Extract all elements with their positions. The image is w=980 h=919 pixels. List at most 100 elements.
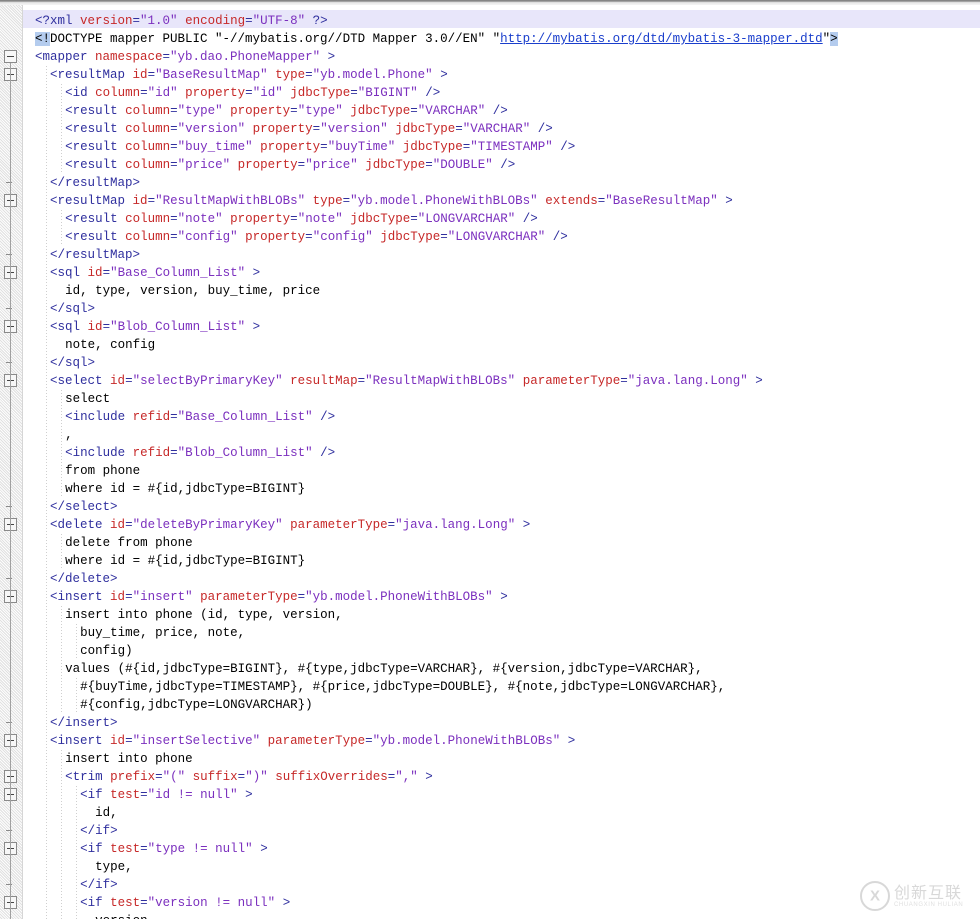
xml-attribute-name: parameterType: [290, 518, 388, 532]
code-line[interactable]: <result column="buy_time" property="buyT…: [65, 138, 575, 156]
code-text: from phone: [65, 464, 141, 478]
code-line[interactable]: config): [80, 642, 133, 660]
xml-attribute-name: id: [110, 374, 126, 388]
code-line[interactable]: insert into phone: [65, 750, 193, 768]
code-line[interactable]: <result column="type" property="type" jd…: [65, 102, 508, 120]
code-line[interactable]: #{config,jdbcType=LONGVARCHAR}): [80, 696, 313, 714]
code-line[interactable]: delete from phone: [65, 534, 193, 552]
code-line[interactable]: from phone: [65, 462, 140, 480]
code-line[interactable]: #{buyTime,jdbcType=TIMESTAMP}, #{price,j…: [80, 678, 725, 696]
xml-attribute-name: id: [132, 194, 148, 208]
xml-tag: =: [365, 734, 373, 748]
xml-attribute-name: jdbcType: [350, 212, 411, 226]
xml-tag: =: [620, 374, 628, 388]
code-folding-gutter[interactable]: [0, 5, 23, 919]
xml-attribute-name: column: [95, 86, 141, 100]
xml-attribute-value: "LONGVARCHAR": [447, 230, 546, 244]
xml-tag: =: [245, 14, 253, 28]
code-line[interactable]: select: [65, 390, 110, 408]
code-line[interactable]: </insert>: [50, 714, 118, 732]
code-line[interactable]: <select id="selectByPrimaryKey" resultMa…: [50, 372, 763, 390]
xml-attribute-value: "yb.model.PhoneWithBLOBs": [372, 734, 561, 748]
code-line[interactable]: <if test="id != null" >: [80, 786, 253, 804]
code-line[interactable]: <resultMap id="ResultMapWithBLOBs" type=…: [50, 192, 733, 210]
code-line[interactable]: where id = #{id,jdbcType=BIGINT}: [65, 552, 305, 570]
code-line[interactable]: <insert id="insert" parameterType="yb.mo…: [50, 588, 508, 606]
code-line[interactable]: <include refid="Base_Column_List" />: [65, 408, 335, 426]
code-line[interactable]: <mapper namespace="yb.dao.PhoneMapper" >: [35, 48, 335, 66]
xml-tag: />: [492, 158, 516, 172]
xml-tag: />: [417, 86, 441, 100]
code-line[interactable]: id,: [95, 804, 118, 822]
xml-tag: =: [132, 14, 141, 28]
code-line[interactable]: <resultMap id="BaseResultMap" type="yb.m…: [50, 66, 448, 84]
xml-tag: />: [312, 446, 336, 460]
code-line[interactable]: type,: [95, 858, 133, 876]
code-line[interactable]: id, type, version, buy_time, price: [65, 282, 320, 300]
xml-tag: >: [237, 788, 253, 802]
xml-tag: =: [170, 140, 178, 154]
code-line[interactable]: <?xml version="1.0" encoding="UTF-8" ?>: [35, 12, 328, 30]
code-text: note, config: [65, 338, 156, 352]
xml-attribute-value: "insertSelective": [132, 734, 261, 748]
xml-attribute-name: suffix: [192, 770, 238, 784]
code-line[interactable]: <result column="note" property="note" jd…: [65, 210, 538, 228]
code-line[interactable]: where id = #{id,jdbcType=BIGINT}: [65, 480, 305, 498]
code-line[interactable]: note, config: [65, 336, 155, 354]
code-line[interactable]: </select>: [50, 498, 118, 516]
xml-attribute-name: property: [245, 230, 306, 244]
code-line[interactable]: <trim prefix="(" suffix=")" suffixOverri…: [65, 768, 433, 786]
xml-tag: =: [125, 590, 133, 604]
xml-attribute-name: parameterType: [522, 374, 621, 388]
xml-tag: />: [485, 104, 508, 118]
code-line[interactable]: <result column="config" property="config…: [65, 228, 568, 246]
xml-attribute-name: column: [125, 104, 171, 118]
xml-tag: >: [432, 68, 448, 82]
code-line[interactable]: version,: [95, 912, 155, 919]
code-line[interactable]: <if test="version != null" >: [80, 894, 290, 912]
xml-attribute-value: "Blob_Column_List": [110, 320, 246, 334]
code-line[interactable]: <sql id="Blob_Column_List" >: [50, 318, 260, 336]
dtd-url-link[interactable]: http://mybatis.org/dtd/mybatis-3-mapper.…: [500, 32, 823, 46]
fold-region-end-marker: [6, 884, 12, 885]
code-line[interactable]: <delete id="deleteByPrimaryKey" paramete…: [50, 516, 530, 534]
fold-region-end-marker: [6, 254, 12, 255]
code-line[interactable]: <!DOCTYPE mapper PUBLIC "-//mybatis.org/…: [35, 30, 838, 48]
code-line[interactable]: </sql>: [50, 300, 95, 318]
code-line[interactable]: </if>: [80, 822, 118, 840]
code-text: #{buyTime,jdbcType=TIMESTAMP}, #{price,j…: [80, 680, 726, 694]
fold-collapse-icon[interactable]: [4, 50, 17, 63]
xml-attribute-value: "id": [147, 86, 178, 100]
code-line[interactable]: </delete>: [50, 570, 118, 588]
xml-tag: [268, 68, 276, 82]
code-line[interactable]: <insert id="insertSelective" parameterTy…: [50, 732, 575, 750]
code-line[interactable]: <id column="id" property="id" jdbcType="…: [65, 84, 440, 102]
xml-tag: =: [140, 896, 148, 910]
code-line[interactable]: </sql>: [50, 354, 95, 372]
code-line[interactable]: <result column="price" property="price" …: [65, 156, 515, 174]
xml-tag: >: [560, 734, 576, 748]
fold-region-line: [10, 783, 11, 919]
xml-attribute-value: "DOUBLE": [432, 158, 493, 172]
code-line[interactable]: </resultMap>: [50, 246, 140, 264]
code-line[interactable]: buy_time, price, note,: [80, 624, 245, 642]
xml-code-editor[interactable]: <?xml version="1.0" encoding="UTF-8" ?> <…: [0, 0, 980, 919]
fold-region-end-marker: [6, 362, 12, 363]
code-line[interactable]: </resultMap>: [50, 174, 140, 192]
code-line[interactable]: </if>: [80, 876, 118, 894]
xml-attribute-name: type: [312, 194, 343, 208]
xml-attribute-name: jdbcType: [365, 158, 426, 172]
code-line[interactable]: <result column="version" property="versi…: [65, 120, 553, 138]
xml-tag: ?>: [305, 14, 328, 28]
xml-attribute-name: refid: [132, 446, 171, 460]
code-line[interactable]: <include refid="Blob_Column_List" />: [65, 444, 335, 462]
code-line[interactable]: <sql id="Base_Column_List" >: [50, 264, 260, 282]
code-line[interactable]: ,: [65, 426, 73, 444]
xml-tag: <if: [80, 896, 111, 910]
code-content-area[interactable]: <?xml version="1.0" encoding="UTF-8" ?> <…: [23, 5, 980, 919]
code-text: ,: [65, 428, 73, 442]
code-line[interactable]: insert into phone (id, type, version,: [65, 606, 343, 624]
code-line[interactable]: values (#{id,jdbcType=BIGINT}, #{type,jd…: [65, 660, 703, 678]
xml-attribute-name: id: [110, 518, 126, 532]
code-line[interactable]: <if test="type != null" >: [80, 840, 268, 858]
